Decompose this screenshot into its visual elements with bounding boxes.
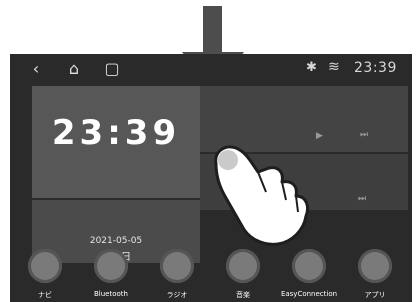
dock-label-radio: ラジオ [166, 291, 188, 299]
dock-label-bluetooth: Bluetooth [94, 290, 128, 298]
instruction-arrow-shaft [203, 6, 222, 54]
dock-label-apps: アプリ [364, 291, 386, 299]
bluetooth-icon[interactable] [94, 249, 128, 283]
easyconnection-icon[interactable] [292, 249, 326, 283]
radio-icon[interactable] [160, 249, 194, 283]
back-icon[interactable]: ‹ [26, 59, 46, 79]
dock-label-navi: ナビ [38, 291, 52, 299]
device-screen: ‹ ⌂ ▢ ✱ ≋ 23:39 23:39 2021-05-05 水曜日 ▶ ⏭… [10, 54, 412, 302]
clock-time: 23:39 [51, 113, 181, 153]
hand-tap-illustration [214, 145, 310, 246]
home-icon[interactable]: ⌂ [64, 59, 84, 79]
navigation-icon[interactable] [28, 249, 62, 283]
clock-widget[interactable]: 23:39 [32, 86, 200, 198]
recents-icon[interactable]: ▢ [102, 59, 122, 79]
bluetooth-icon: ✱ [306, 60, 318, 75]
dock-label-music: 音楽 [236, 291, 250, 299]
dock-label-easyconnection: EasyConnection [280, 290, 338, 298]
next-track-icon[interactable]: ⏭ [358, 194, 366, 204]
play-icon[interactable]: ▶ [316, 131, 323, 141]
next-track-icon[interactable]: ⏭ [360, 130, 368, 140]
wifi-icon: ≋ [328, 59, 341, 75]
apps-icon[interactable] [358, 249, 392, 283]
status-time: 23:39 [354, 60, 397, 76]
status-bar: ‹ ⌂ ▢ ✱ ≋ 23:39 [10, 54, 412, 84]
music-icon[interactable] [226, 249, 260, 283]
